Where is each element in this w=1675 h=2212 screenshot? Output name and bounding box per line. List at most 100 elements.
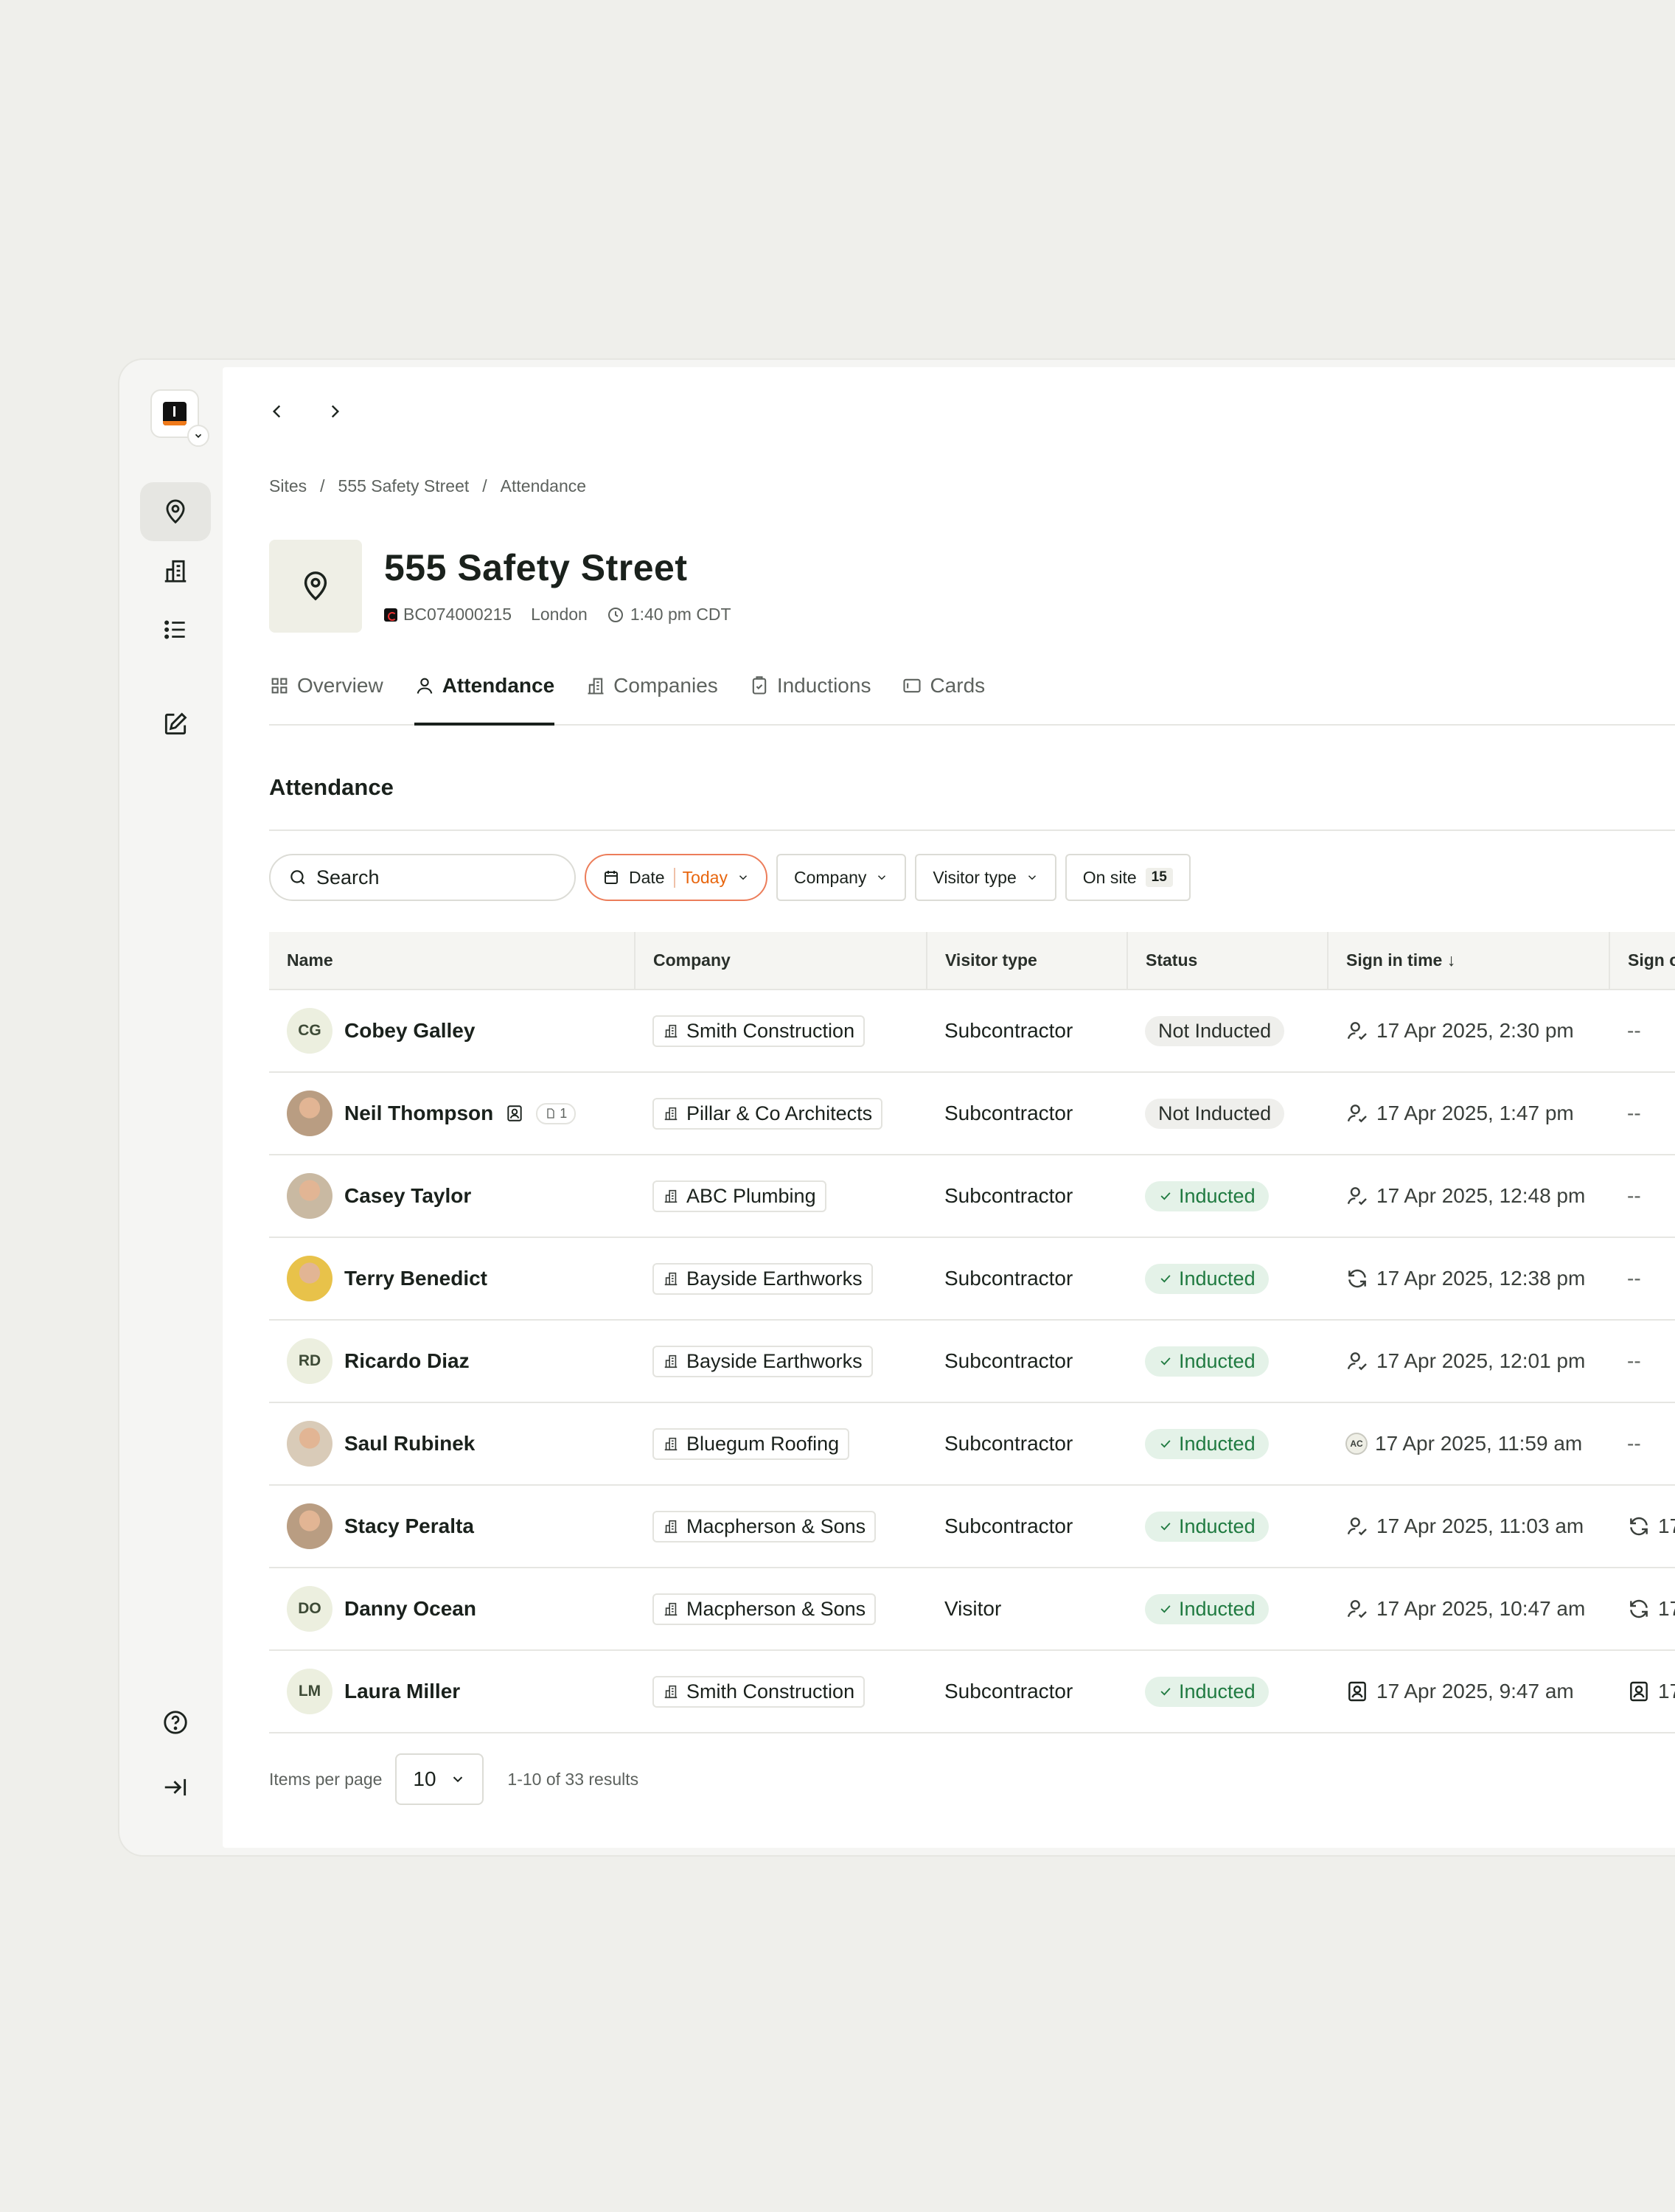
date-filter[interactable]: Date Today [585,854,767,901]
tab-overview[interactable]: Overview [269,662,383,709]
site-meta: BC074000215 London 1:40 pm CDT [384,605,731,625]
building-icon [663,1518,679,1534]
user-check-icon [1345,1514,1369,1538]
building-icon [588,678,604,695]
status-cell: Inducted [1127,1568,1328,1651]
avatar: RD [287,1338,332,1384]
col-company[interactable]: Company [635,932,927,990]
tab-attendance[interactable]: Attendance [414,662,555,726]
table-row[interactable]: LM Laura Miller Smith Construction Subcon… [269,1650,1675,1733]
side-rail [119,360,221,1855]
col-sign-out-time[interactable]: Sign o [1609,932,1675,990]
table-row[interactable]: Stacy Peralta Macpherson & Sons Subcontr… [269,1485,1675,1568]
breadcrumb-current: Attendance [500,476,587,495]
person-name[interactable]: Laura Miller [344,1680,460,1703]
visitor-type-cell: Subcontractor [927,990,1127,1073]
chevron-down-icon [878,875,886,880]
help-icon[interactable] [140,1693,211,1752]
back-button[interactable] [262,397,292,426]
person-name[interactable]: Cobey Galley [344,1019,475,1043]
breadcrumb-separator: / [482,476,487,495]
edit-icon[interactable] [140,695,211,754]
col-visitor-type[interactable]: Visitor type [927,932,1128,990]
building-icon[interactable] [140,541,211,600]
expand-sidebar-icon[interactable] [140,1758,211,1817]
user-icon [417,678,433,694]
sign-in-cell: 17 Apr 2025, 2:30 pm [1328,990,1609,1073]
company-pill[interactable]: Bayside Earthworks [652,1345,873,1377]
id-card-icon [507,1105,522,1121]
company-pill[interactable]: Pillar & Co Architects [652,1097,883,1130]
building-icon [663,1353,679,1369]
table-row[interactable]: Neil Thompson 1 Pillar & Co Architects S… [269,1072,1675,1155]
refresh-icon [1345,1267,1369,1290]
chevron-down-icon [453,1776,463,1783]
table-row[interactable]: CG Cobey Galley Smith Construction Subcon… [269,990,1675,1073]
company-filter[interactable]: Company [776,854,907,901]
grid-icon [271,678,288,694]
list-icon[interactable] [140,600,211,659]
company-pill[interactable]: Bayside Earthworks [652,1262,873,1295]
tab-cards[interactable]: Cards [902,662,985,709]
status-badge: Inducted [1145,1263,1269,1294]
site-city: London [531,605,588,624]
company-cell: Smith Construction [635,990,927,1073]
person-name[interactable]: Ricardo Diaz [344,1349,470,1373]
person-name[interactable]: Danny Ocean [344,1597,476,1621]
person-name[interactable]: Saul Rubinek [344,1432,475,1455]
site-time: 1:40 pm CDT [630,605,731,624]
chevron-down-icon[interactable] [187,425,209,447]
company-pill[interactable]: Smith Construction [652,1015,866,1047]
person-name[interactable]: Casey Taylor [344,1184,471,1208]
building-icon [663,1601,679,1617]
person-name[interactable]: Neil Thompson [344,1102,493,1125]
forward-button[interactable] [320,397,349,426]
col-status[interactable]: Status [1127,932,1328,990]
visitor-type-filter[interactable]: Visitor type [915,854,1056,901]
avatar [287,1256,332,1301]
table-row[interactable]: Casey Taylor ABC Plumbing Subcontractor … [269,1155,1675,1238]
company-cell: Macpherson & Sons [635,1485,927,1568]
tab-companies[interactable]: Companies [585,662,718,709]
avatar [287,1421,332,1467]
calendar-icon [605,871,618,884]
company-pill[interactable]: Smith Construction [652,1675,866,1708]
page-size-select[interactable]: 10 [395,1753,484,1805]
refresh-icon [1627,1597,1651,1621]
visitor-type-cell: Visitor [927,1568,1127,1651]
company-pill[interactable]: Macpherson & Sons [652,1593,877,1625]
on-site-filter[interactable]: On site 15 [1065,854,1191,901]
table-row[interactable]: RD Ricardo Diaz Bayside Earthworks Subcon… [269,1320,1675,1403]
breadcrumb: Sites / 555 Safety Street / Attendance [269,476,586,496]
clipboard-check-icon [752,676,767,695]
company-cell: ABC Plumbing [635,1155,927,1238]
tab-bar: Overview Attendance Companies Inductions… [269,662,1675,726]
name-cell: RD Ricardo Diaz [269,1320,635,1403]
sign-out-cell: 17 [1609,1650,1675,1733]
sign-in-cell: 17 Apr 2025, 12:01 pm [1328,1320,1609,1403]
company-pill[interactable]: Bluegum Roofing [652,1427,850,1460]
col-name[interactable]: Name [269,932,635,990]
name-cell: Terry Benedict [269,1237,635,1321]
tab-inductions[interactable]: Inductions [749,662,871,709]
map-pin-icon[interactable] [140,482,211,541]
site-code: BC074000215 [403,605,512,624]
person-name[interactable]: Stacy Peralta [344,1514,474,1538]
card-icon [903,678,922,693]
chevron-down-icon [739,875,747,880]
table-row[interactable]: Saul Rubinek Bluegum Roofing Subcontract… [269,1402,1675,1486]
col-sign-in-time[interactable]: Sign in time ↓ [1328,932,1610,990]
person-name[interactable]: Terry Benedict [344,1267,487,1290]
sign-out-cell: 17 [1609,1485,1675,1568]
status-badge: Not Inducted [1145,1098,1285,1129]
company-pill[interactable]: ABC Plumbing [652,1180,826,1212]
breadcrumb-site[interactable]: 555 Safety Street [338,476,470,496]
user-check-icon [1345,1184,1369,1208]
company-pill[interactable]: Macpherson & Sons [652,1510,877,1543]
sign-in-cell: 17 Apr 2025, 12:38 pm [1328,1237,1609,1321]
search-input[interactable]: Search [269,854,576,901]
table-row[interactable]: Terry Benedict Bayside Earthworks Subcon… [269,1237,1675,1321]
breadcrumb-sites[interactable]: Sites [269,476,307,496]
table-row[interactable]: DO Danny Ocean Macpherson & Sons Visitor … [269,1568,1675,1651]
id-card-icon [1627,1680,1651,1703]
